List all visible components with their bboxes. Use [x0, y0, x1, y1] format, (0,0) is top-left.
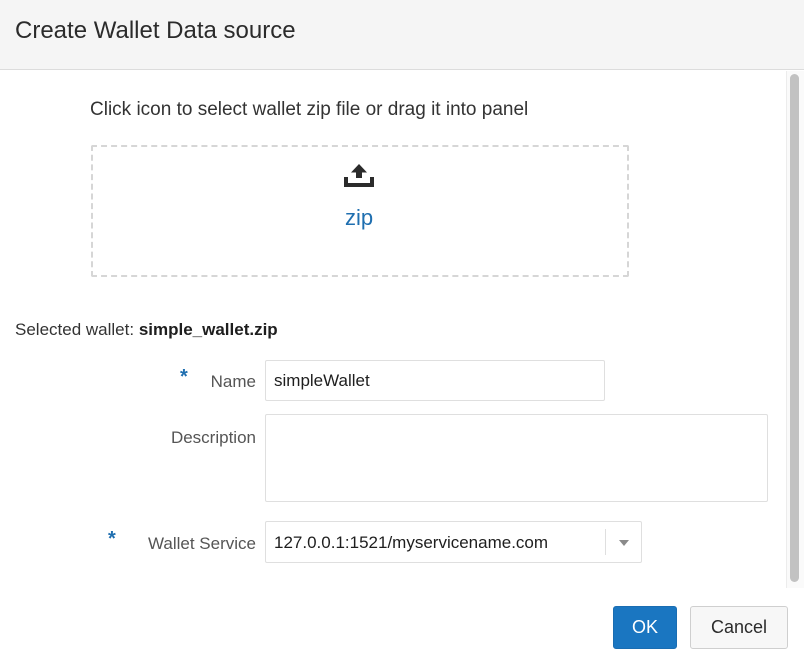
description-label: Description: [170, 428, 256, 447]
selected-wallet-filename: simple_wallet.zip: [138, 320, 278, 339]
name-input[interactable]: [265, 360, 605, 401]
description-input[interactable]: [265, 414, 768, 502]
wallet-service-value: 127.0.0.1:1521/myservicename.com: [274, 533, 549, 552]
dialog-footer: [0, 588, 804, 670]
dialog-title: Create Wallet Data source: [15, 17, 296, 44]
upload-instruction: Click icon to select wallet zip file or …: [90, 99, 529, 120]
wallet-service-select[interactable]: 127.0.0.1:1521/myservicename.com: [265, 521, 642, 563]
cancel-button[interactable]: Cancel: [690, 606, 788, 649]
chevron-down-icon[interactable]: [616, 533, 632, 551]
selected-wallet-label: Selected wallet:: [15, 320, 135, 339]
wallet-service-required-marker: *: [108, 528, 116, 550]
wallet-service-label: Wallet Service: [147, 534, 256, 553]
select-divider: [605, 529, 606, 555]
selected-wallet-row: Selected wallet: simple_wallet.zip: [15, 320, 278, 340]
name-label: Name: [210, 372, 256, 391]
create-wallet-dialog: Create Wallet Data source Click icon to …: [0, 0, 804, 670]
zip-file-link[interactable]: zip: [300, 205, 418, 231]
scrollbar-thumb[interactable]: [790, 74, 799, 582]
ok-button[interactable]: OK: [613, 606, 677, 649]
dialog-header: Create Wallet Data source: [0, 0, 804, 70]
upload-icon[interactable]: [342, 163, 376, 189]
